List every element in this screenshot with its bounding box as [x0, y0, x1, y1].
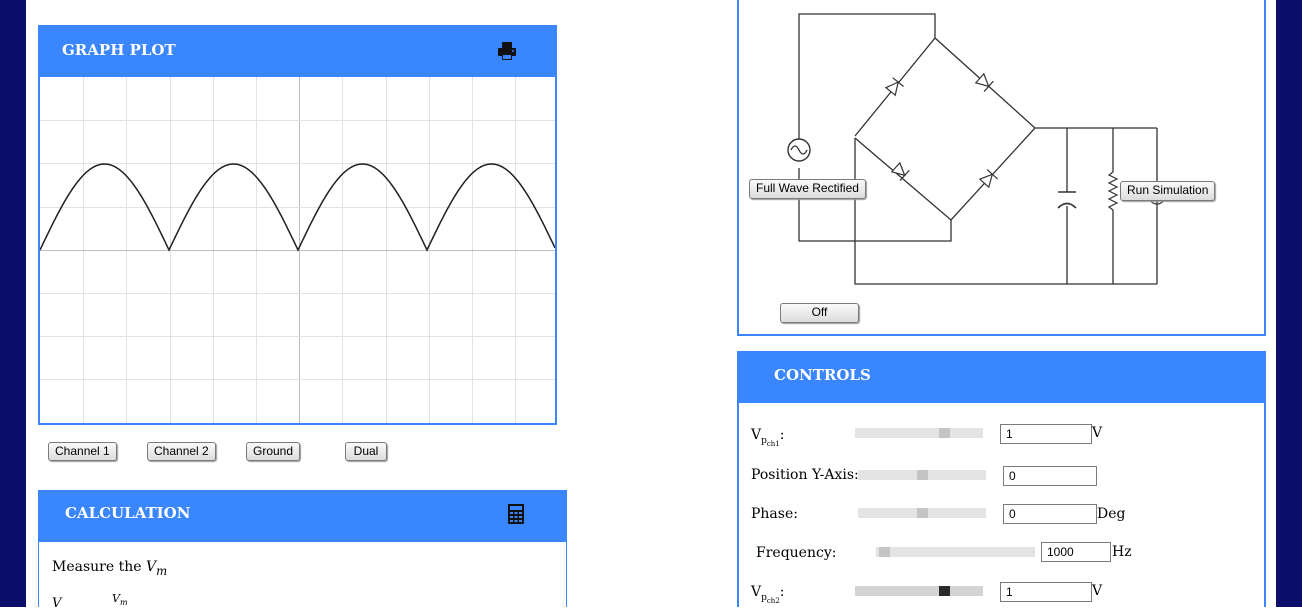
channel-1-button[interactable]: Channel 1	[48, 442, 117, 461]
graph-plot-title: GRAPH PLOT	[62, 41, 176, 59]
graph-plot-panel: GRAPH PLOT	[38, 25, 557, 425]
oscilloscope-plot	[40, 77, 555, 423]
print-icon[interactable]	[496, 40, 518, 62]
phase-input[interactable]	[1003, 504, 1097, 524]
run-simulation-button[interactable]: Run Simulation	[1120, 181, 1216, 201]
phase-label: Phase:	[751, 506, 798, 522]
resistor-icon	[1107, 171, 1119, 211]
calculation-formula: V	[52, 596, 62, 611]
channel-2-button[interactable]: Channel 2	[147, 442, 216, 461]
vp-ch2-slider[interactable]	[855, 586, 983, 596]
phase-slider[interactable]	[858, 508, 986, 518]
frequency-slider[interactable]	[876, 547, 1035, 557]
position-y-axis-input[interactable]	[1003, 466, 1097, 486]
calculation-header: CALCULATION	[39, 490, 566, 542]
vp-ch1-input[interactable]	[1000, 424, 1092, 444]
phase-slider-thumb[interactable]	[917, 508, 928, 518]
controls-panel: CONTROLS Vpch1: V Position Y-Axis: Phase…	[737, 351, 1266, 607]
frequency-unit: Hz	[1112, 544, 1132, 560]
capacitor-icon	[1057, 191, 1077, 209]
vp-ch1-slider[interactable]	[855, 428, 983, 438]
position-y-axis-label: Position Y-Axis:	[751, 467, 859, 483]
phase-unit: Deg	[1097, 506, 1126, 522]
vp-ch1-label: Vpch1:	[751, 427, 785, 448]
controls-title: CONTROLS	[774, 366, 871, 384]
power-off-button[interactable]: Off	[780, 303, 859, 323]
calculator-icon[interactable]	[507, 503, 525, 525]
position-y-axis-slider-thumb[interactable]	[917, 470, 928, 480]
calculation-panel: CALCULATION Measure the Vm	[38, 490, 567, 607]
circuit-panel: Full Wave Rectified Run Simulation Off	[737, 0, 1266, 336]
controls-header: CONTROLS	[739, 351, 1264, 403]
dual-button[interactable]: Dual	[345, 442, 387, 461]
frequency-slider-thumb[interactable]	[879, 547, 890, 557]
vp-ch2-label: Vpch2:	[751, 584, 785, 605]
diode-d3-icon	[890, 161, 910, 181]
bridge-rectifier-circuit	[787, 13, 1166, 285]
vp-ch1-slider-thumb[interactable]	[939, 428, 950, 438]
calculation-instruction: Measure the Vm	[52, 559, 168, 578]
frequency-label: Frequency:	[756, 545, 837, 561]
position-y-axis-slider[interactable]	[858, 470, 986, 480]
graph-plot-header: GRAPH PLOT	[40, 27, 555, 77]
vp-ch2-unit: V	[1092, 583, 1103, 599]
calculation-title: CALCULATION	[65, 504, 191, 522]
calculation-formula-numerator: Vm	[112, 592, 128, 608]
left-frame-border	[0, 0, 26, 607]
vp-ch1-unit: V	[1092, 425, 1103, 441]
vp-ch2-slider-thumb[interactable]	[939, 586, 950, 596]
frequency-input[interactable]	[1041, 542, 1111, 562]
vp-ch2-input[interactable]	[1000, 582, 1092, 602]
right-frame-border	[1276, 0, 1302, 607]
full-wave-rectified-button[interactable]: Full Wave Rectified	[749, 179, 866, 199]
ground-button[interactable]: Ground	[246, 442, 301, 461]
